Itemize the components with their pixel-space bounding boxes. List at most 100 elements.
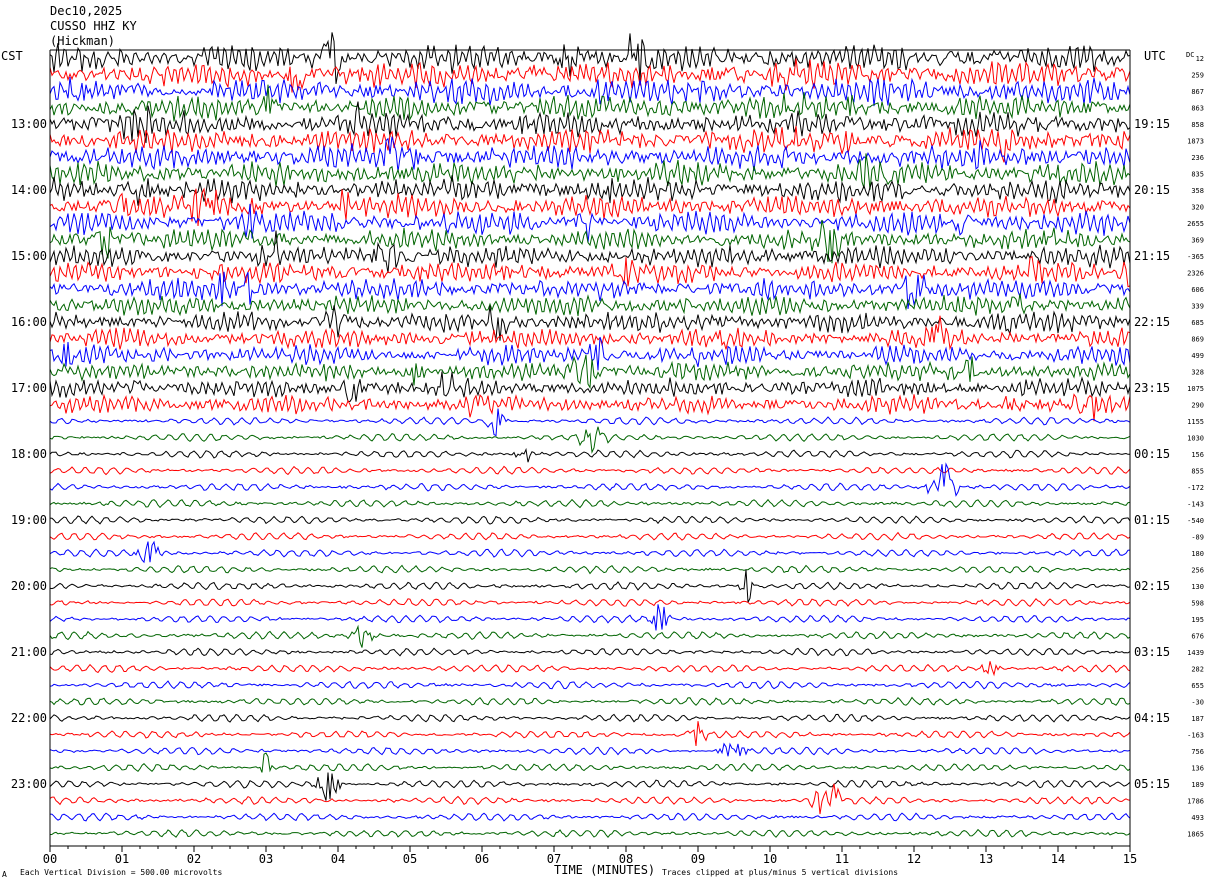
dc-offset-label: 2326 bbox=[1187, 270, 1204, 278]
dc-offset-label: 130 bbox=[1191, 583, 1204, 591]
x-tick-label: 03 bbox=[259, 852, 273, 866]
corner-mark: A bbox=[2, 870, 7, 879]
seismic-trace bbox=[49, 230, 1131, 274]
seismic-trace bbox=[49, 447, 1130, 463]
dc-offset-label: 1865 bbox=[1187, 831, 1204, 839]
right-hour-label: 02:15 bbox=[1134, 579, 1170, 593]
dc-offset-label: 835 bbox=[1191, 171, 1204, 179]
dc-offset-label: 320 bbox=[1191, 204, 1204, 212]
dc-offset-label: 2655 bbox=[1187, 220, 1204, 228]
dc-offset-label: 685 bbox=[1191, 319, 1204, 327]
dc-offset-label: -540 bbox=[1187, 517, 1204, 525]
x-tick-label: 04 bbox=[331, 852, 345, 866]
dc-offset-label: 189 bbox=[1191, 781, 1204, 789]
seismic-trace bbox=[49, 465, 1131, 476]
seismic-traces bbox=[49, 32, 1131, 838]
right-hour-labels: 19:15 20:15 21:15 22:15 23:15 00:15 01:15 02:15… bbox=[1134, 117, 1170, 791]
seismic-trace bbox=[49, 203, 1131, 243]
right-hour-label: 05:15 bbox=[1134, 777, 1170, 791]
dc-offset-label: 499 bbox=[1191, 352, 1204, 360]
left-hour-label: 16:00 bbox=[11, 315, 47, 329]
seismic-trace bbox=[49, 604, 1131, 631]
dc-offset-label: 256 bbox=[1191, 567, 1204, 575]
seismic-trace bbox=[49, 84, 1131, 122]
dc-offset-label: 858 bbox=[1191, 121, 1204, 129]
seismic-trace bbox=[49, 680, 1131, 690]
x-tick-label: 02 bbox=[187, 852, 201, 866]
dc-offset-label: 598 bbox=[1191, 600, 1204, 608]
right-hour-label: 21:15 bbox=[1134, 249, 1170, 263]
dc-offset-label: 867 bbox=[1191, 88, 1204, 96]
dc-offset-label: 1075 bbox=[1187, 385, 1204, 393]
dc-offset-label: 855 bbox=[1191, 468, 1204, 476]
seismic-trace bbox=[49, 742, 1131, 757]
x-tick-label: 00 bbox=[43, 852, 57, 866]
dc-offset-labels: 12 259 867 863 858 1873 236 835 358 320 2655 369 -36… bbox=[1187, 55, 1204, 839]
left-timezone-label: CST bbox=[1, 49, 23, 63]
dc-offset-label: 1439 bbox=[1187, 649, 1204, 657]
seismic-trace bbox=[49, 540, 1131, 564]
dc-offset-label: -143 bbox=[1187, 501, 1204, 509]
scale-note: Each Vertical Division = 500.00 microvol… bbox=[20, 868, 222, 877]
dc-offset-label: 339 bbox=[1191, 303, 1204, 311]
seismic-trace bbox=[49, 696, 1131, 706]
seismic-trace bbox=[49, 661, 1131, 677]
right-hour-label: 20:15 bbox=[1134, 183, 1170, 197]
dc-label: DC bbox=[1186, 51, 1194, 59]
seismic-trace bbox=[49, 783, 1131, 815]
x-tick-label: 01 bbox=[115, 852, 129, 866]
seismic-trace bbox=[49, 531, 1131, 541]
dc-offset-label: -163 bbox=[1187, 732, 1204, 740]
right-hour-label: 22:15 bbox=[1134, 315, 1170, 329]
right-hour-label: 19:15 bbox=[1134, 117, 1170, 131]
right-hour-label: 04:15 bbox=[1134, 711, 1170, 725]
dc-offset-label: 606 bbox=[1191, 286, 1204, 294]
dc-offset-label: 12 bbox=[1196, 55, 1204, 63]
dc-offset-label: 369 bbox=[1191, 237, 1204, 245]
helicorder-plot: Dec10,2025 CUSSO HHZ KY (Hickman) CST UT… bbox=[1, 4, 1204, 879]
left-hour-label: 14:00 bbox=[11, 183, 47, 197]
seismic-trace bbox=[49, 408, 1131, 437]
header-station: CUSSO HHZ KY bbox=[50, 19, 137, 33]
right-hour-label: 00:15 bbox=[1134, 447, 1170, 461]
dc-offset-label: 236 bbox=[1191, 154, 1204, 162]
x-tick-label: 14 bbox=[1051, 852, 1065, 866]
dc-offset-label: 195 bbox=[1191, 616, 1204, 624]
dc-offset-label: 869 bbox=[1191, 336, 1204, 344]
seismic-trace bbox=[49, 498, 1131, 509]
right-hour-label: 01:15 bbox=[1134, 513, 1170, 527]
dc-offset-label: 493 bbox=[1191, 814, 1204, 822]
dc-offset-label: 676 bbox=[1191, 633, 1204, 641]
dc-offset-label: 187 bbox=[1191, 715, 1204, 723]
left-hour-label: 19:00 bbox=[11, 513, 47, 527]
seismic-trace bbox=[49, 354, 1131, 390]
x-tick-label: 10 bbox=[763, 852, 777, 866]
x-axis-title: TIME (MINUTES) bbox=[554, 863, 655, 877]
x-tick-label: 09 bbox=[691, 852, 705, 866]
dc-offset-label: 259 bbox=[1191, 72, 1204, 80]
dc-offset-label: 282 bbox=[1191, 666, 1204, 674]
seismic-trace bbox=[49, 393, 1131, 422]
right-hour-label: 23:15 bbox=[1134, 381, 1170, 395]
x-tick-label: 12 bbox=[907, 852, 921, 866]
seismic-trace bbox=[49, 647, 1131, 657]
seismic-trace bbox=[49, 624, 1131, 648]
header-location: (Hickman) bbox=[50, 34, 115, 48]
dc-offset-label: 180 bbox=[1191, 550, 1204, 558]
header-date: Dec10,2025 bbox=[50, 4, 122, 18]
seismic-trace bbox=[49, 828, 1131, 838]
x-tick-label: 13 bbox=[979, 852, 993, 866]
seismic-trace bbox=[49, 293, 1131, 317]
seismic-trace bbox=[49, 515, 1131, 525]
left-hour-label: 17:00 bbox=[11, 381, 47, 395]
seismic-trace bbox=[49, 58, 1131, 93]
dc-offset-label: -365 bbox=[1187, 253, 1204, 261]
left-hour-label: 22:00 bbox=[11, 711, 47, 725]
dc-offset-label: 328 bbox=[1191, 369, 1204, 377]
seismic-trace bbox=[49, 713, 1131, 723]
seismic-trace bbox=[49, 721, 1131, 747]
seismic-trace bbox=[49, 772, 1131, 801]
left-hour-label: 13:00 bbox=[11, 117, 47, 131]
x-tick-label: 11 bbox=[835, 852, 849, 866]
x-tick-label: 15 bbox=[1123, 852, 1137, 866]
